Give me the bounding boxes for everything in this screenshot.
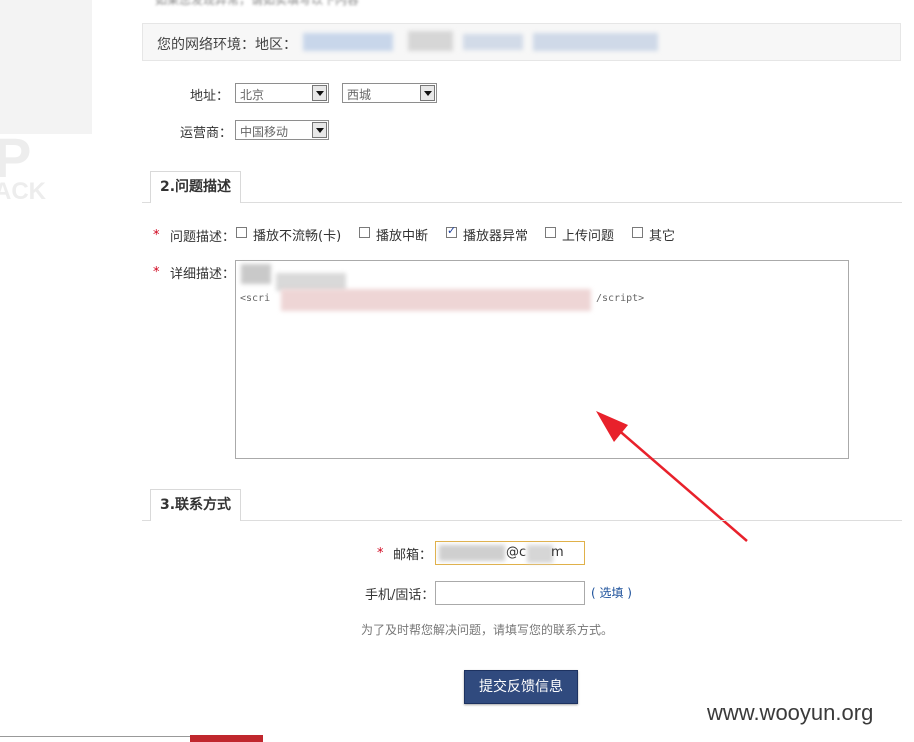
checkbox-upload-label[interactable]: 上传问题	[562, 225, 614, 244]
province-value: 北京	[240, 88, 265, 102]
issue-type-label: 问题描述：	[170, 230, 236, 245]
district-select[interactable]: 西城	[342, 83, 437, 103]
redacted-script-payload	[281, 289, 591, 311]
left-banner-image	[0, 0, 92, 134]
contact-note: 为了及时帮您解决问题，请填写您的联系方式。	[361, 623, 614, 637]
annotation-arrow-head	[596, 411, 628, 442]
top-hint-text: 如果您发现异常，请如实填写以下内容	[155, 0, 360, 7]
section-divider	[142, 202, 902, 203]
bottom-button-edge[interactable]	[190, 735, 263, 742]
annotation-arrow-shaft	[607, 420, 748, 542]
detail-text-line: <scri	[240, 293, 271, 304]
required-mark: *	[153, 265, 160, 280]
checkbox-player-error-label[interactable]: 播放器异常	[463, 225, 528, 244]
redacted-text	[241, 264, 271, 284]
carrier-label: 运营商：	[180, 126, 233, 141]
checkbox-other-label[interactable]: 其它	[649, 225, 675, 244]
chevron-down-icon[interactable]	[312, 122, 327, 138]
checkbox-interrupt-label[interactable]: 播放中断	[376, 225, 428, 244]
carrier-value: 中国移动	[240, 125, 289, 139]
redacted-email	[527, 545, 553, 563]
checkbox-other[interactable]	[632, 227, 643, 238]
checkbox-stutter-label[interactable]: 播放不流畅(卡)	[253, 225, 341, 244]
watermark: www.wooyun.org	[707, 700, 874, 725]
section-title-problem: 2.问题描述	[150, 171, 242, 203]
detail-text-line: /script>	[596, 293, 645, 304]
phone-label: 手机/固话：	[365, 588, 435, 603]
district-value: 西城	[347, 88, 372, 102]
network-label: 您的网络环境：地区：	[157, 37, 297, 53]
chevron-down-icon[interactable]	[312, 85, 327, 101]
annotation-arrow	[596, 411, 748, 542]
optional-hint: ( 选填 )	[591, 586, 632, 600]
email-suffix: m	[551, 545, 564, 560]
redacted-network-info	[303, 33, 393, 51]
required-mark: *	[377, 546, 384, 561]
carrier-select[interactable]: 中国移动	[235, 120, 329, 140]
submit-button[interactable]: 提交反馈信息	[464, 670, 578, 704]
redacted-email	[439, 545, 505, 561]
phone-field[interactable]	[435, 581, 585, 605]
redacted-network-info	[408, 31, 453, 51]
email-label: 邮箱：	[393, 548, 433, 563]
address-label: 地址：	[190, 89, 230, 104]
network-environment-bar: 您的网络环境：地区：	[142, 23, 901, 61]
bottom-input-edge	[0, 736, 190, 737]
email-value: @c	[506, 545, 527, 560]
detail-label: 详细描述：	[170, 267, 236, 282]
chevron-down-icon[interactable]	[420, 85, 435, 101]
required-mark: *	[153, 228, 160, 243]
checkbox-interrupt[interactable]	[359, 227, 370, 238]
email-field[interactable]: @c m	[435, 541, 585, 565]
province-select[interactable]: 北京	[235, 83, 329, 103]
section-divider	[142, 520, 902, 521]
checkbox-stutter[interactable]	[236, 227, 247, 238]
redacted-network-info	[533, 33, 658, 51]
checkbox-player-error[interactable]	[446, 224, 457, 238]
section-title-contact: 3.联系方式	[150, 489, 242, 521]
redacted-network-info	[463, 34, 523, 50]
left-banner-letters: P ACK	[0, 126, 46, 205]
checkbox-upload[interactable]	[545, 227, 556, 238]
